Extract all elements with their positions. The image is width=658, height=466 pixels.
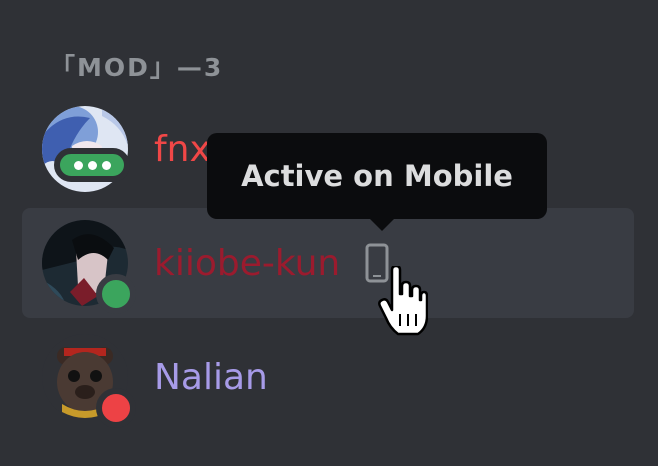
- tooltip-arrow: [370, 219, 394, 231]
- member-list: 「MOD」—3 fnx kiiobe-kun Nalian Active on …: [0, 0, 658, 466]
- member-row-nalian[interactable]: Nalian: [22, 322, 634, 432]
- avatar-wrap: [42, 334, 136, 428]
- status-indicator: [96, 274, 136, 314]
- role-group-header: 「MOD」—3: [50, 53, 224, 82]
- member-name[interactable]: fnx: [154, 128, 211, 172]
- dot-icon: [101, 160, 111, 170]
- status-indicator: [96, 388, 136, 428]
- member-name[interactable]: kiiobe-kun: [154, 242, 340, 286]
- avatar-wrap: [42, 220, 136, 314]
- tooltip-text: Active on Mobile: [241, 159, 513, 193]
- member-row-kiiobe-kun[interactable]: kiiobe-kun: [22, 208, 634, 318]
- tooltip: Active on Mobile: [207, 133, 547, 231]
- member-name[interactable]: Nalian: [154, 356, 268, 400]
- hand-pointer-icon: [378, 266, 428, 336]
- mobile-status-indicator: [54, 148, 130, 182]
- dot-icon: [87, 160, 97, 170]
- dot-icon: [73, 160, 83, 170]
